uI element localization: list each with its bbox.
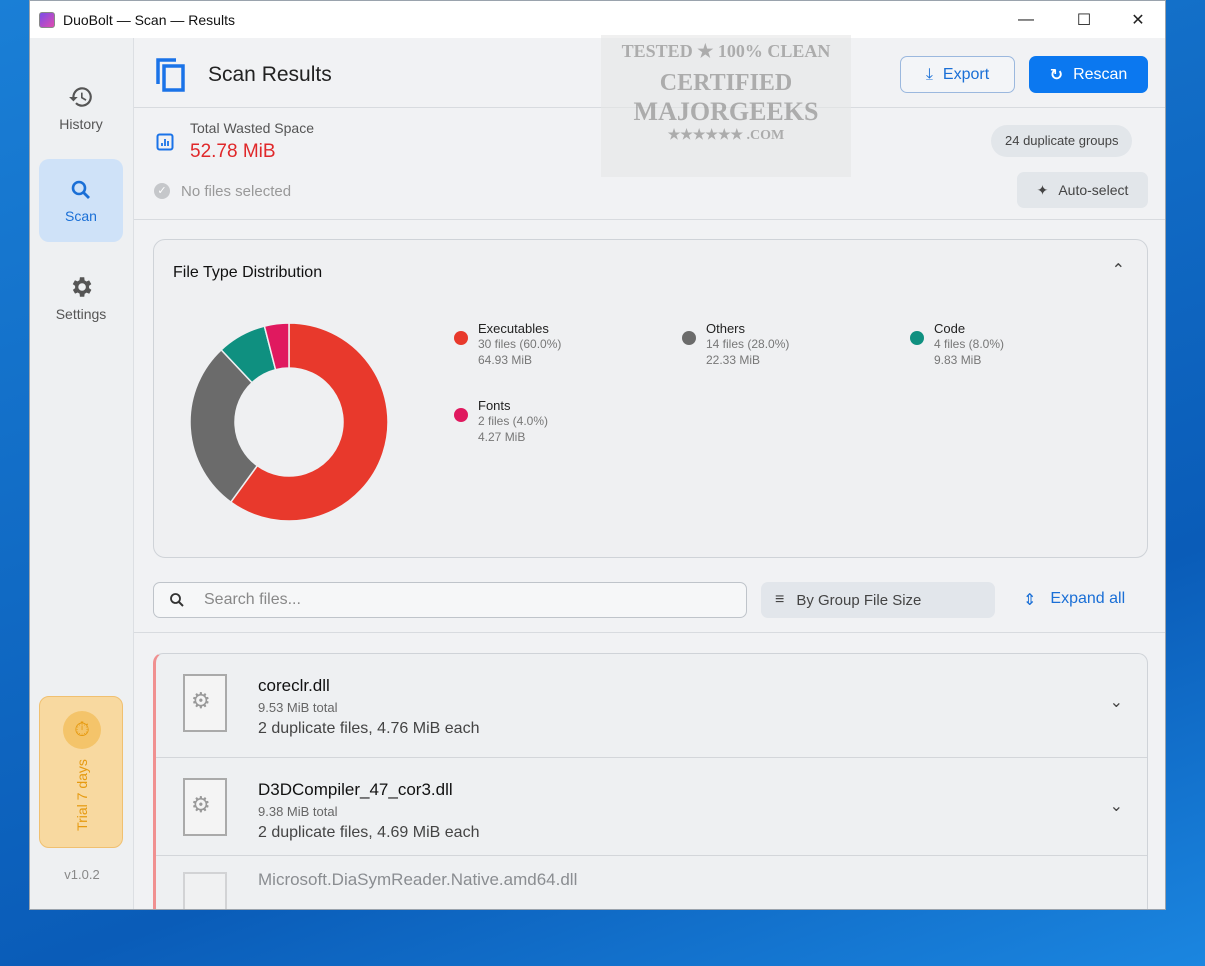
sidebar: History Scan Settings ⏱ Trial 7 days v1.…: [30, 38, 134, 909]
auto-select-label: Auto-select: [1058, 182, 1129, 198]
sidebar-item-scan[interactable]: Scan: [39, 159, 123, 242]
file-gear-icon: ⚙: [183, 778, 227, 836]
table-row[interactable]: ⚙ D3DCompiler_47_cor3.dll 9.38 MiB total…: [156, 758, 1147, 856]
trial-badge[interactable]: ⏱ Trial 7 days: [39, 696, 123, 848]
duplicate-groups-list: ⚙ coreclr.dll 9.53 MiB total 2 duplicate…: [134, 632, 1165, 909]
version-label: v1.0.2: [64, 867, 100, 882]
chevron-down-icon[interactable]: ⌄: [1110, 692, 1123, 712]
collapse-chevron-icon[interactable]: ⌃: [1112, 260, 1125, 280]
title-bar: DuoBolt — Scan — Results — ☐ ✕: [30, 1, 1165, 38]
legend-dot: [910, 331, 924, 345]
check-circle-icon: ✓: [154, 183, 170, 199]
duplicate-groups-badge: 24 duplicate groups: [991, 125, 1133, 157]
legend-executables: Executables 30 files (60.0%) 64.93 MiB: [454, 321, 562, 368]
legend-size: 64.93 MiB: [478, 353, 533, 367]
expand-all-button[interactable]: ⇕ Expand all: [1023, 590, 1125, 610]
gear-icon: [72, 276, 92, 297]
legend-label: Code: [934, 321, 966, 336]
legend-fonts: Fonts 2 files (4.0%) 4.27 MiB: [454, 398, 549, 445]
file-duplicates: 2 duplicate files, 4.76 MiB each: [258, 720, 480, 737]
sidebar-item-label: Scan: [65, 207, 97, 224]
copy-icon: [156, 58, 185, 92]
trial-label: Trial 7 days: [74, 759, 90, 831]
search-input[interactable]: Search files...: [153, 582, 747, 618]
legend-code: Code 4 files (8.0%) 9.83 MiB: [910, 321, 1005, 368]
legend-label: Others: [706, 321, 746, 336]
rescan-label: Rescan: [1073, 65, 1128, 83]
export-button[interactable]: ⤓ Export: [900, 56, 1015, 93]
auto-select-button[interactable]: ✦ Auto-select: [1017, 172, 1148, 208]
chart-icon: [156, 133, 174, 151]
group-list-card: ⚙ coreclr.dll 9.53 MiB total 2 duplicate…: [153, 653, 1148, 909]
selection-status: No files selected: [181, 183, 292, 200]
history-icon: [69, 86, 92, 107]
sort-icon: ≡: [775, 591, 785, 608]
chevron-down-icon[interactable]: ⌄: [1110, 796, 1123, 816]
stopwatch-icon: ⏱: [63, 711, 101, 749]
watermark-text: CERTIFIED: [659, 70, 793, 96]
search-icon: [71, 180, 90, 199]
watermark-text: TESTED ★ 100% CLEAN: [621, 41, 831, 61]
expand-label: Expand all: [1050, 590, 1126, 607]
sidebar-item-history[interactable]: History: [39, 66, 123, 149]
sidebar-item-label: Settings: [55, 305, 107, 322]
donut-chart: [189, 322, 389, 522]
legend-count: 4 files (8.0%): [934, 337, 1005, 351]
watermark-text: ★★★★★★ .COM: [667, 128, 785, 143]
file-type-distribution-card: File Type Distribution ⌃ Executables 30 f…: [153, 239, 1148, 558]
legend-count: 30 files (60.0%): [478, 337, 562, 351]
legend-others: Others 14 files (28.0%) 22.33 MiB: [682, 321, 790, 368]
file-name: Microsoft.DiaSymReader.Native.amd64.dll: [258, 870, 578, 889]
download-icon: ⤓: [925, 65, 933, 83]
sparkle-icon: ✦: [1036, 181, 1049, 198]
legend-dot: [454, 331, 468, 345]
legend-size: 4.27 MiB: [478, 430, 526, 444]
legend-count: 2 files (4.0%): [478, 414, 549, 428]
file-total: 9.38 MiB total: [258, 804, 338, 819]
maximize-button[interactable]: ☐: [1058, 1, 1110, 38]
file-gear-icon: [183, 872, 227, 909]
legend-dot: [454, 408, 468, 422]
watermark-text: MAJORGEEKS: [633, 97, 819, 126]
sidebar-item-settings[interactable]: Settings: [39, 256, 123, 339]
close-button[interactable]: ✕: [1112, 1, 1164, 38]
page-title: Scan Results: [208, 63, 332, 86]
file-duplicates: 2 duplicate files, 4.69 MiB each: [258, 824, 480, 841]
sidebar-item-label: History: [59, 115, 103, 132]
wasted-space-value: 52.78 MiB: [190, 141, 276, 162]
app-logo-icon: [39, 11, 55, 28]
search-icon: [170, 593, 184, 607]
wasted-space-label: Total Wasted Space: [190, 120, 314, 136]
rescan-button[interactable]: ↻ Rescan: [1029, 56, 1148, 93]
export-label: Export: [942, 65, 990, 83]
legend-size: 9.83 MiB: [934, 353, 982, 367]
sort-label: By Group File Size: [796, 591, 922, 609]
table-row[interactable]: Microsoft.DiaSymReader.Native.amd64.dll: [156, 856, 1147, 909]
file-total: 9.53 MiB total: [258, 700, 338, 715]
file-name: D3DCompiler_47_cor3.dll: [258, 780, 453, 799]
file-name: coreclr.dll: [258, 676, 330, 695]
app-window: DuoBolt — Scan — Results — ☐ ✕ History S…: [29, 0, 1166, 910]
expand-icon: ⇕: [1023, 592, 1037, 609]
legend-label: Executables: [478, 321, 549, 336]
search-placeholder: Search files...: [204, 591, 301, 608]
table-row[interactable]: ⚙ coreclr.dll 9.53 MiB total 2 duplicate…: [156, 654, 1147, 758]
legend-size: 22.33 MiB: [706, 353, 761, 367]
majorgeeks-watermark: TESTED ★ 100% CLEAN CERTIFIED MAJORGEEKS…: [601, 35, 851, 177]
sort-dropdown[interactable]: ≡ By Group File Size: [761, 582, 995, 618]
file-gear-icon: ⚙: [183, 674, 227, 732]
legend-label: Fonts: [478, 398, 511, 413]
chart-title: File Type Distribution: [173, 264, 323, 281]
minimize-button[interactable]: —: [1000, 1, 1052, 38]
legend-count: 14 files (28.0%): [706, 337, 790, 351]
legend-dot: [682, 331, 696, 345]
window-title: DuoBolt — Scan — Results: [63, 11, 235, 28]
refresh-icon: ↻: [1049, 66, 1064, 84]
